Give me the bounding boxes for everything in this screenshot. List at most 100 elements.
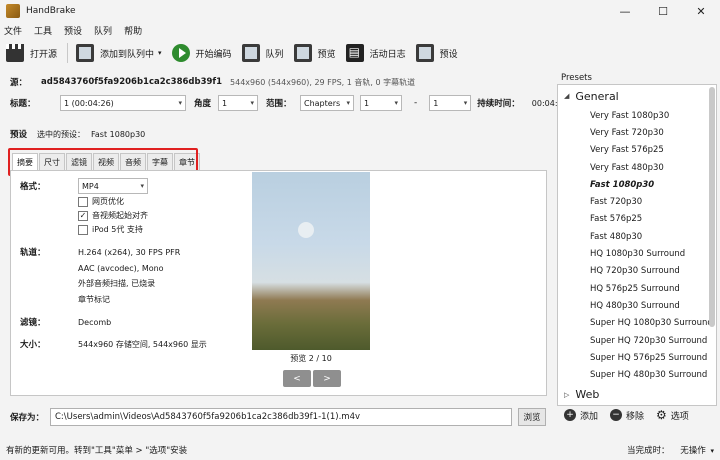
preset-item[interactable]: Very Fast 480p30 (558, 159, 716, 176)
browse-button[interactable]: 浏览 (518, 408, 546, 426)
preset-item[interactable]: Fast 720p30 (558, 193, 716, 210)
preview-nav: < > (283, 370, 341, 387)
chevron-down-icon[interactable]: ▾ (158, 49, 162, 57)
preset-item[interactable]: HQ 720p30 Surround (558, 263, 716, 280)
title-select-value: 1 (00:04:26) (64, 98, 114, 108)
minimize-button[interactable]: — (606, 0, 644, 22)
preset-item[interactable]: Fast 480p30 (558, 228, 716, 245)
handbrake-app-icon (6, 4, 20, 18)
close-button[interactable]: ✕ (682, 0, 720, 22)
queue-icon (241, 44, 260, 62)
web-optimized-row[interactable]: 网页优化 (78, 196, 124, 207)
preset-options-button[interactable]: 选项 (671, 409, 689, 422)
preset-item[interactable]: Super HQ 1080p30 Surround (558, 315, 716, 332)
selected-preset-label: 选中的预设： (37, 129, 86, 139)
preview-button[interactable]: 预览 (293, 44, 336, 62)
menu-file[interactable]: 文件 (4, 24, 22, 37)
preset-item[interactable]: HQ 480p30 Surround (558, 297, 716, 314)
presets-panel-title: Presets (561, 73, 592, 83)
preset-item[interactable]: Super HQ 480p30 Surround (558, 366, 716, 383)
tracks-label: 轨道： (20, 248, 46, 258)
preset-group-label: General (575, 89, 619, 103)
add-icon[interactable]: + (564, 409, 576, 421)
status-bar: 有新的更新可用。转到"工具"菜单 > "选项"安装 当完成时： 无操作 ▾ (0, 440, 720, 460)
open-source-button[interactable]: 打开源 (6, 44, 57, 62)
web-optimized-label: 网页优化 (92, 197, 124, 206)
preview-label: 预览 (317, 49, 336, 60)
format-select[interactable]: MP4 ▾ (78, 178, 148, 194)
chevron-down-icon[interactable]: ▾ (710, 447, 714, 455)
preset-item[interactable]: Very Fast 1080p30 (558, 107, 716, 124)
range-start-value: 1 (364, 98, 370, 108)
save-path-input[interactable]: C:\Users\admin\Videos\Ad5843760f5fa9206b… (50, 408, 512, 426)
menu-queue[interactable]: 队列 (94, 24, 112, 37)
menu-presets[interactable]: 预设 (64, 24, 82, 37)
title-select[interactable]: 1 (00:04:26) ▾ (60, 95, 186, 111)
preset-item[interactable]: Very Fast 720p30 (558, 124, 716, 141)
range-mode-select[interactable]: Chapters ▾ (300, 95, 354, 111)
remove-icon[interactable]: − (610, 409, 623, 421)
track-item: AAC (avcodec), Mono (78, 263, 164, 273)
angle-select-value: 1 (222, 98, 228, 108)
status-message: 有新的更新可用。转到"工具"菜单 > "选项"安装 (6, 446, 188, 456)
gear-icon[interactable]: ⚙ (656, 408, 667, 422)
remove-preset-button[interactable]: 移除 (626, 409, 644, 422)
preset-item-selected[interactable]: Fast 1080p30 (558, 176, 716, 193)
web-optimized-checkbox[interactable] (78, 196, 88, 207)
chevron-down-icon: ▾ (346, 99, 350, 107)
add-preset-button[interactable]: 添加 (580, 409, 598, 422)
presets-icon (415, 44, 434, 62)
title-row: 标题： 1 (00:04:26) ▾ 角度 1 ▾ 范围： Chapters ▾ 1 ▾… (10, 95, 568, 111)
range-end-select[interactable]: 1 ▾ (429, 95, 472, 111)
maximize-button[interactable]: ☐ (644, 0, 682, 22)
angle-select[interactable]: 1 ▾ (218, 95, 258, 111)
add-to-queue-button[interactable]: 添加到队列中 ▾ (76, 44, 162, 62)
presets-scrollbar[interactable] (709, 87, 715, 327)
play-icon (171, 44, 190, 62)
preset-item[interactable]: Fast 576p25 (558, 211, 716, 228)
preset-actions: + 添加 − 移除 ⚙ 选项 (564, 408, 689, 422)
preset-group-web[interactable]: ▷ Web (558, 384, 716, 405)
preset-item[interactable]: Super HQ 720p30 Surround (558, 332, 716, 349)
preview-next-button[interactable]: > (313, 370, 341, 387)
title-label: 标题： (10, 99, 36, 109)
preview-prev-button[interactable]: < (283, 370, 311, 387)
when-done-label: 当完成时： (627, 446, 670, 456)
format-label: 格式： (20, 182, 46, 192)
preset-row: 预设 选中的预设： Fast 1080p30 (10, 128, 145, 141)
align-av-label: 音视频起始对齐 (92, 211, 148, 220)
preset-group-general[interactable]: ◢ General (558, 85, 716, 107)
start-encode-button[interactable]: 开始编码 (171, 44, 232, 62)
range-start-select[interactable]: 1 ▾ (360, 95, 402, 111)
range-dash: - (414, 98, 418, 108)
align-av-checkbox[interactable]: ✓ (78, 210, 88, 221)
presets-label: 预设 (439, 49, 458, 60)
menu-tools[interactable]: 工具 (34, 24, 52, 37)
presets-button[interactable]: 预设 (415, 44, 458, 62)
source-name: ad5843760f5fa9206b1ca2c386db39f1 (41, 77, 223, 87)
activity-log-button[interactable]: 活动日志 (345, 44, 406, 62)
toolbar-divider (67, 43, 69, 63)
track-item: H.264 (x264), 30 FPS PFR (78, 248, 181, 257)
window-title: HandBrake (26, 6, 76, 16)
preview-icon (293, 44, 312, 62)
menu-help[interactable]: 帮助 (124, 24, 142, 37)
when-done-select[interactable]: 无操作 (680, 446, 706, 456)
when-done-group: 当完成时： 无操作 ▾ (627, 444, 714, 456)
track-item: 外部音频扫描, 已烧录 (78, 279, 156, 288)
toolbar: 打开源 添加到队列中 ▾ 开始编码 队列 预览 活动日志 预设 (0, 38, 720, 68)
align-av-row[interactable]: ✓ 音视频起始对齐 (78, 210, 148, 221)
log-icon (345, 44, 364, 62)
open-source-label: 打开源 (30, 49, 58, 60)
chevron-down-icon: ▾ (250, 99, 254, 107)
queue-button[interactable]: 队列 (241, 44, 284, 62)
ipod-row[interactable]: iPod 5代 支持 (78, 224, 143, 235)
preset-item[interactable]: HQ 1080p30 Surround (558, 245, 716, 262)
preset-item[interactable]: Very Fast 576p25 (558, 142, 716, 159)
tracks-row: 轨道： (20, 246, 46, 258)
preset-item[interactable]: HQ 576p25 Surround (558, 280, 716, 297)
preset-item[interactable]: Super HQ 576p25 Surround (558, 349, 716, 366)
chevron-down-icon: ▾ (140, 182, 144, 190)
ipod-checkbox[interactable] (78, 224, 88, 235)
save-row: 保存为： C:\Users\admin\Videos\Ad5843760f5fa… (10, 408, 546, 426)
